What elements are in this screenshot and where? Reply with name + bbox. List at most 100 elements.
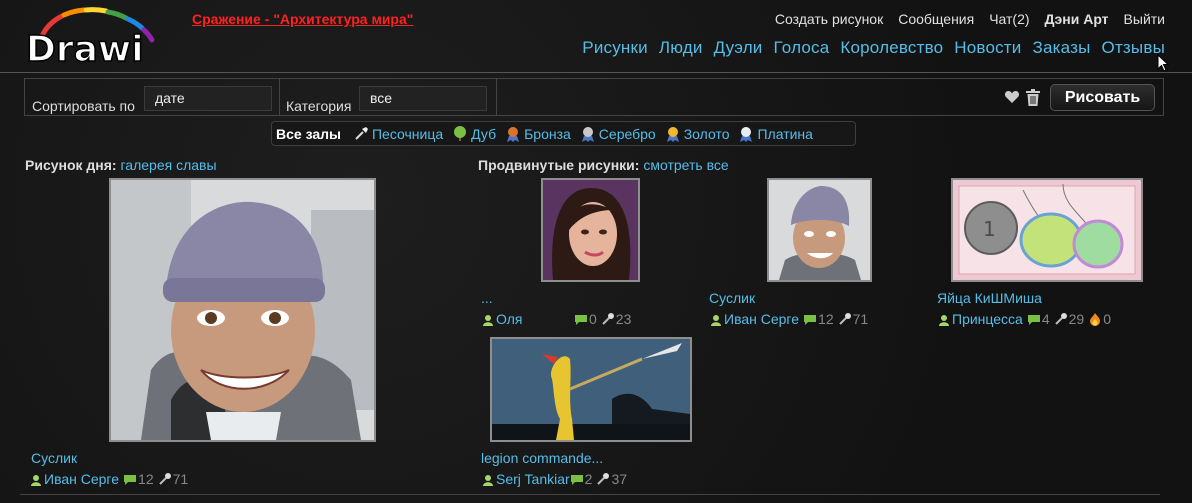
svg-text:1: 1 — [983, 217, 996, 241]
hall-platinum[interactable]: Платина — [738, 125, 813, 142]
chat-link[interactable]: Чат(2) — [989, 11, 1029, 27]
sort-select[interactable]: дате — [144, 86, 272, 111]
featured-meta: Иван Серге 12 71 — [710, 311, 868, 327]
featured-thumbnail[interactable] — [541, 178, 640, 282]
hall-label: Дуб — [471, 125, 497, 142]
user-profile-link[interactable]: Дэни Арт — [1045, 11, 1109, 27]
featured-caption[interactable]: Яйца КиШМиша — [937, 290, 1042, 306]
category-select[interactable]: все — [359, 86, 487, 111]
view-all-link[interactable]: смотреть все — [643, 157, 728, 173]
nav-orders[interactable]: Заказы — [1033, 38, 1091, 58]
halls-bar: Все залы Песочница Дуб Бронза Серебро Зо… — [271, 121, 856, 146]
draw-button[interactable]: Рисовать — [1050, 84, 1155, 111]
nav-people[interactable]: Люди — [659, 38, 703, 58]
create-drawing-link[interactable]: Создать рисунок — [775, 11, 883, 27]
nav-drawings[interactable]: Рисунки — [582, 38, 648, 58]
like-count: 29 — [1068, 311, 1085, 327]
like-icon — [601, 312, 615, 326]
hall-bronze[interactable]: Бронза — [505, 126, 571, 142]
header-divider — [0, 72, 1192, 73]
user-icon — [482, 473, 494, 486]
category-label: Категория — [286, 98, 352, 114]
comment-count: 0 — [589, 311, 597, 327]
featured-meta: Оля 0 23 — [482, 311, 631, 327]
nav-kingdom[interactable]: Королевство — [840, 38, 943, 58]
user-icon — [710, 313, 722, 326]
comment-icon — [1027, 313, 1041, 325]
hall-label: Все залы — [276, 125, 341, 142]
featured-thumbnail[interactable] — [490, 337, 692, 442]
logout-link[interactable]: Выйти — [1124, 11, 1165, 27]
heart-icon[interactable] — [1004, 89, 1020, 105]
top-menu: Создать рисунок Сообщения Чат(2) Дэни Ар… — [775, 11, 1165, 27]
trash-icon[interactable] — [1026, 89, 1040, 106]
fire-count: 0 — [1103, 311, 1112, 327]
nav-duels[interactable]: Дуэли — [714, 38, 763, 58]
hall-label: Платина — [757, 125, 813, 142]
footer-divider — [20, 494, 1160, 495]
author-link[interactable]: Иван Серге — [44, 471, 119, 487]
like-count: 71 — [172, 471, 189, 487]
hall-gold[interactable]: Золото — [665, 125, 730, 142]
hall-label: Песочница — [371, 125, 444, 142]
section-title: Рисунок дня: — [25, 157, 117, 173]
toolbar: Сортировать по дате Категория все Рисова… — [24, 78, 1164, 116]
hall-silver[interactable]: Серебро — [580, 126, 656, 142]
sort-label: Сортировать по — [32, 98, 135, 114]
featured-caption[interactable]: Суслик — [709, 290, 755, 306]
user-icon — [30, 473, 42, 486]
hall-all[interactable]: Все залы — [276, 126, 341, 142]
bronze-medal-icon — [505, 126, 521, 142]
user-icon — [938, 313, 950, 326]
like-icon — [838, 312, 852, 326]
toolbar-separator — [496, 79, 497, 115]
featured-thumbnail[interactable]: 1 — [951, 178, 1143, 282]
messages-link[interactable]: Сообщения — [898, 11, 974, 27]
like-count: 71 — [852, 311, 869, 327]
section-title: Продвинутые рисунки: — [478, 157, 640, 173]
like-icon — [158, 472, 172, 486]
comment-count: 2 — [584, 471, 593, 487]
author-link[interactable]: Serj Tankiar — [496, 471, 570, 487]
main-nav: Рисунки Люди Дуэли Голоса Королевство Но… — [582, 38, 1165, 58]
like-count: 23 — [615, 311, 632, 327]
comment-icon — [570, 473, 584, 485]
hall-label: Серебро — [598, 125, 656, 142]
drawing-of-day-heading: Рисунок дня: галерея славы — [25, 157, 217, 173]
shovel-icon — [353, 126, 369, 142]
gold-medal-icon — [665, 126, 681, 142]
hall-oak[interactable]: Дуб — [452, 125, 497, 142]
hall-label: Золото — [683, 125, 730, 142]
nav-reviews[interactable]: Отзывы — [1102, 38, 1165, 58]
featured-meta: Принцесса 4 29 0 — [938, 311, 1111, 327]
comment-icon — [123, 473, 137, 485]
featured-meta: Serj Tankiar 2 37 — [482, 471, 627, 487]
author-link[interactable]: Иван Серге — [724, 311, 799, 327]
comment-count: 12 — [138, 471, 154, 487]
toolbar-separator — [279, 79, 280, 115]
comment-icon — [574, 313, 588, 325]
drawing-caption[interactable]: Суслик — [31, 450, 77, 466]
author-link[interactable]: Оля — [496, 311, 574, 327]
drawing-meta: Иван Серге 12 71 — [30, 471, 188, 487]
drawing-of-day-image[interactable] — [109, 178, 376, 442]
battle-link[interactable]: Сражение - "Архитектура мира" — [192, 11, 413, 27]
drawi-logo[interactable]: Drawi — [22, 6, 162, 68]
like-icon — [596, 472, 610, 486]
featured-thumbnail[interactable] — [767, 178, 872, 282]
author-link[interactable]: Принцесса — [952, 311, 1023, 327]
mouse-cursor-icon — [1157, 54, 1169, 72]
platinum-medal-icon — [738, 126, 754, 142]
featured-caption[interactable]: legion commande... — [481, 450, 603, 466]
nav-votes[interactable]: Голоса — [774, 38, 830, 58]
tree-icon — [452, 125, 468, 142]
hall-of-fame-link[interactable]: галерея славы — [121, 157, 217, 173]
like-count: 37 — [611, 471, 628, 487]
featured-caption[interactable]: ... — [481, 290, 493, 306]
comment-icon — [803, 313, 817, 325]
fire-icon — [1088, 312, 1102, 326]
comment-count: 4 — [1041, 311, 1050, 327]
nav-news[interactable]: Новости — [954, 38, 1021, 58]
silver-medal-icon — [580, 126, 596, 142]
hall-sandbox[interactable]: Песочница — [353, 126, 443, 142]
